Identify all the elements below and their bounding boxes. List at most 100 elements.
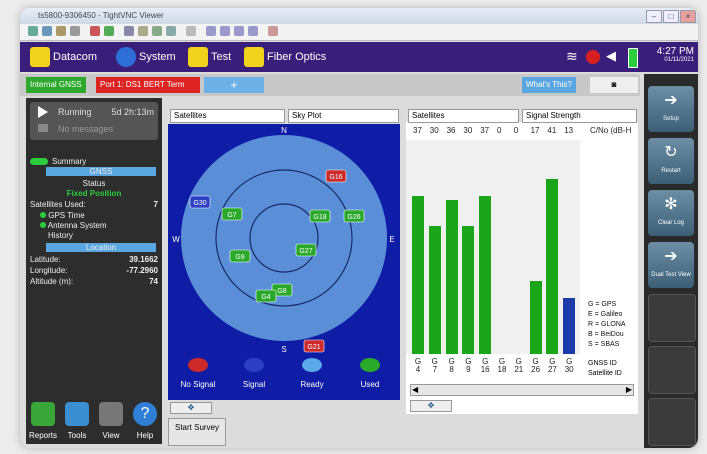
fullscreen-icon[interactable] (268, 26, 278, 36)
satellite-id-label: G9 (465, 357, 472, 374)
satellite-marker-g27[interactable]: G27 (295, 243, 317, 257)
menu-fiber-optics[interactable]: Fiber Optics (244, 47, 344, 67)
satellite-marker-g7[interactable]: G7 (221, 207, 243, 221)
zoom-100-icon[interactable] (234, 26, 244, 36)
alt-icon[interactable] (166, 26, 176, 36)
satellite-marker-g9[interactable]: G9 (229, 249, 251, 263)
menu-datacom[interactable]: Datacom (30, 47, 110, 67)
satellite-marker-g16[interactable]: G16 (325, 169, 347, 183)
empty-action-button-2[interactable] (648, 346, 696, 394)
skyplot-header: Satellites Sky Plot (168, 108, 400, 123)
arrow-right-icon: ➔ (664, 248, 678, 265)
sky-plot: N S E W G16 G30 G7 G18 G26 G27 G9 G8 G4 G21 No Si… (168, 124, 400, 400)
tree-antenna-system[interactable]: Antenna System (40, 221, 106, 230)
window-title: ts5800-9306450 - TightVNC Viewer (38, 11, 164, 20)
start-survey-button[interactable]: Start Survey (168, 418, 226, 446)
satellite-marker-g21[interactable]: G21 (303, 339, 325, 353)
help-button[interactable]: ? Help (130, 398, 160, 444)
add-tab-button[interactable]: + (204, 77, 264, 93)
tools-icon (65, 402, 89, 426)
setup-button[interactable]: ➔ Setup (648, 86, 694, 132)
legend-beidou: B = BeiDou (588, 331, 624, 338)
cno-value: 37 (480, 126, 490, 135)
cno-value: 0 (497, 126, 502, 135)
no-signal-icon (188, 358, 208, 372)
satellite-marker-g18[interactable]: G18 (309, 209, 331, 223)
tree-gps-time[interactable]: GPS Time (40, 211, 85, 220)
tab-internal-gnss[interactable]: Internal GNSS (26, 77, 86, 93)
camera-button[interactable]: ◙ (590, 77, 638, 93)
tree-history[interactable]: History (48, 231, 73, 240)
signal-scrollbar[interactable]: ◀ ▶ (410, 384, 634, 396)
options-icon[interactable] (56, 26, 66, 36)
signal-bar-g16 (479, 195, 492, 354)
signal-select-2[interactable]: Signal Strength (522, 109, 637, 123)
start-icon[interactable] (138, 26, 148, 36)
legend-glonass: R = GLONA (588, 321, 626, 328)
summary-label[interactable]: Summary (52, 157, 86, 166)
signal-select-1[interactable]: Satellites (408, 109, 519, 123)
zoom-in-icon[interactable] (206, 26, 216, 36)
transfer-icon[interactable] (186, 26, 196, 36)
satellite-marker-g26[interactable]: G26 (343, 209, 365, 223)
satellite-label: G4 (261, 294, 270, 301)
tools-button[interactable]: Tools (62, 398, 92, 444)
location-header[interactable]: Location (46, 243, 156, 252)
cno-label: C/No (dB-H (590, 126, 632, 135)
run-status[interactable]: Running 5d 2h:13m No messages (30, 102, 158, 140)
pause-icon[interactable] (90, 26, 100, 36)
signal-bar-g9 (462, 225, 475, 354)
skyplot-select-1[interactable]: Satellites (170, 109, 285, 123)
compass-n: N (281, 126, 287, 135)
signal-header: Satellites Signal Strength (406, 108, 638, 123)
save-icon[interactable] (42, 26, 52, 36)
satellite-marker-g30[interactable]: G30 (189, 195, 211, 209)
empty-action-button-3[interactable] (648, 398, 696, 446)
scroll-right-icon[interactable]: ▶ (626, 385, 632, 395)
new-connection-icon[interactable] (28, 26, 38, 36)
signal-bar-g26 (529, 281, 542, 354)
ctrl-icon[interactable] (152, 26, 162, 36)
dual-test-view-button[interactable]: ➔ Dual Test View (648, 242, 694, 288)
scroll-left-icon[interactable]: ◀ (412, 385, 418, 395)
info-icon[interactable] (70, 26, 80, 36)
compass-w: W (172, 235, 180, 244)
clear-log-icon: ✻ (664, 196, 678, 213)
reports-button[interactable]: Reports (28, 398, 58, 444)
skyplot-select-2[interactable]: Sky Plot (288, 109, 399, 123)
refresh-icon[interactable] (104, 26, 114, 36)
view-button[interactable]: View (96, 398, 126, 444)
clear-log-button[interactable]: ✻ Clear Log (648, 190, 694, 236)
signal-bar-g30 (563, 298, 576, 354)
signal-resize-button[interactable]: ✥ (410, 400, 452, 412)
whats-this-button[interactable]: What's This? (522, 77, 576, 93)
legend-sbas: S = SBAS (588, 341, 620, 348)
gear-icon (116, 47, 136, 67)
clock-time: 4:27 PM (656, 46, 694, 57)
sky-plot-resize-button[interactable]: ✥ (170, 402, 212, 414)
altitude-row: Altitude (m): 74 (30, 277, 158, 286)
menu-test[interactable]: Test (188, 47, 248, 67)
maximize-button[interactable]: □ (663, 10, 679, 23)
menu-bar: Datacom System Test Fiber Optics ≋ ◀ 4:2… (20, 42, 698, 72)
zoom-out-icon[interactable] (220, 26, 230, 36)
play-icon (38, 106, 48, 118)
zoom-fit-icon[interactable] (248, 26, 258, 36)
satellite-label: G8 (277, 288, 286, 295)
sky-plot-svg: N S E W G16 G30 G7 G18 G26 G27 G9 G8 G4 G21 (172, 126, 394, 354)
satellites-used-row: Satellites Used: 7 (30, 200, 158, 209)
gnss-header[interactable]: GNSS (46, 167, 156, 176)
clock: 4:27 PM 01/11/2021 (657, 46, 694, 63)
satellite-marker-g4[interactable]: G4 (255, 289, 277, 303)
satellite-label: G30 (193, 200, 206, 207)
minimize-button[interactable]: – (646, 10, 662, 23)
close-button[interactable]: × (680, 10, 696, 23)
tab-port-1[interactable]: Port 1: DS1 BERT Term (96, 77, 200, 93)
menu-system[interactable]: System (116, 47, 196, 67)
ctrl-alt-del-icon[interactable] (124, 26, 134, 36)
empty-action-button-1[interactable] (648, 294, 696, 342)
status-icons: ≋ ◀ (566, 48, 646, 68)
tab-row: Internal GNSS Port 1: DS1 BERT Term + Wh… (20, 74, 640, 96)
restart-button[interactable]: ↻ Restart (648, 138, 694, 184)
camera-icon: ◙ (611, 80, 617, 89)
